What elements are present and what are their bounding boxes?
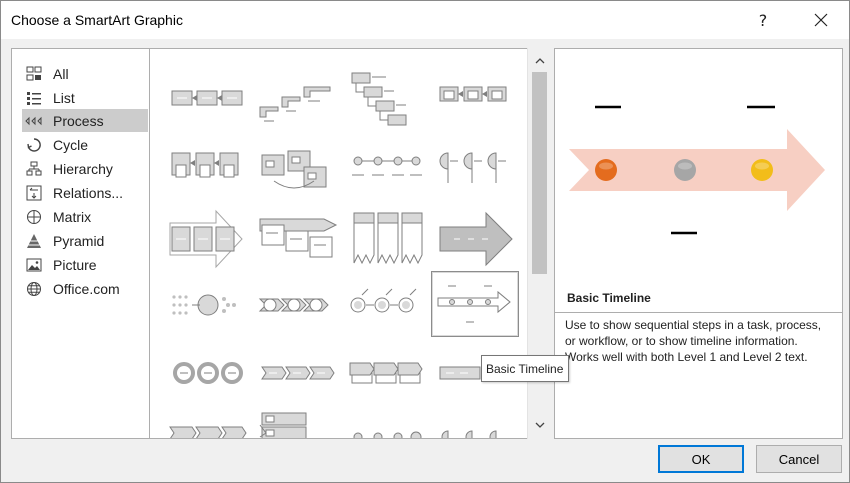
chevron-down-icon bbox=[535, 422, 544, 428]
layout-accent-process[interactable] bbox=[434, 67, 522, 133]
timeline-dot-3 bbox=[751, 159, 773, 181]
layout-circle-arrow-process[interactable] bbox=[254, 277, 342, 343]
ok-button[interactable]: OK bbox=[658, 445, 744, 473]
timeline-preview bbox=[569, 105, 825, 235]
matrix-icon bbox=[25, 209, 43, 225]
category-all[interactable]: All bbox=[22, 62, 148, 85]
pyramid-icon bbox=[25, 233, 43, 249]
layout-step-down-process[interactable] bbox=[254, 411, 342, 438]
category-office-com[interactable]: Office.com bbox=[22, 277, 148, 300]
category-process[interactable]: Process bbox=[22, 109, 148, 132]
category-label: Hierarchy bbox=[53, 160, 113, 177]
preview-title: Basic Timeline bbox=[567, 291, 651, 305]
category-label: Cycle bbox=[53, 136, 89, 153]
category-picture[interactable]: Picture bbox=[22, 253, 148, 276]
category-matrix[interactable]: Matrix bbox=[22, 205, 148, 228]
process-icon bbox=[25, 113, 43, 129]
layout-alternating-flow[interactable] bbox=[344, 67, 432, 133]
layout-chevron-accent[interactable] bbox=[344, 347, 432, 413]
cancel-button[interactable]: Cancel bbox=[756, 445, 842, 473]
preview-description: Use to show sequential steps in a task, … bbox=[555, 312, 842, 438]
category-label: Process bbox=[53, 112, 104, 129]
close-icon bbox=[814, 13, 828, 27]
layout-picture-accent-process[interactable] bbox=[164, 137, 252, 203]
dialog-title: Choose a SmartArt Graphic bbox=[11, 12, 183, 28]
layout-step-up-process[interactable] bbox=[254, 67, 342, 133]
layout-pie-row[interactable] bbox=[434, 417, 522, 438]
scroll-down-button[interactable] bbox=[528, 416, 551, 434]
layout-block-arrow[interactable] bbox=[434, 207, 522, 273]
close-button[interactable] bbox=[799, 5, 843, 35]
category-label: Relations... bbox=[53, 184, 124, 201]
globe-icon bbox=[25, 281, 43, 297]
preview-panel: Basic Timeline Use to show sequential st… bbox=[554, 48, 843, 439]
chevron-up-icon bbox=[535, 58, 544, 64]
title-bar: Choose a SmartArt Graphic ? bbox=[1, 1, 849, 39]
category-label: Matrix bbox=[53, 208, 92, 225]
category-label: All bbox=[53, 65, 69, 82]
layout-chevron-process[interactable] bbox=[254, 347, 342, 413]
layout-timeline-pie[interactable] bbox=[434, 137, 522, 203]
layout-converging-circles[interactable] bbox=[164, 277, 252, 343]
category-pyramid[interactable]: Pyramid bbox=[22, 229, 148, 252]
picture-icon bbox=[25, 257, 43, 273]
layout-sub-step-process[interactable] bbox=[344, 137, 432, 203]
layout-process-arrows[interactable] bbox=[164, 207, 252, 273]
timeline-dot-1 bbox=[595, 159, 617, 181]
layout-circle-accent-process[interactable] bbox=[254, 137, 342, 203]
category-label: List bbox=[53, 89, 75, 106]
relationship-icon bbox=[25, 185, 43, 201]
category-label: Pyramid bbox=[53, 232, 105, 249]
layout-basic-timeline[interactable] bbox=[431, 271, 519, 337]
category-list: All List Process Cycle Hierarchy Relatio… bbox=[11, 48, 149, 439]
layout-circle-process[interactable] bbox=[164, 347, 252, 413]
layout-arrow-process[interactable] bbox=[164, 413, 252, 438]
category-label: Office.com bbox=[53, 280, 120, 297]
help-button[interactable]: ? bbox=[741, 5, 785, 35]
layout-circles-row[interactable] bbox=[344, 417, 432, 438]
cycle-icon bbox=[25, 137, 43, 153]
scroll-up-button[interactable] bbox=[528, 52, 551, 70]
all-icon bbox=[25, 66, 43, 82]
timeline-dot-2 bbox=[674, 159, 696, 181]
layout-chevron-list[interactable] bbox=[344, 207, 432, 273]
layout-tooltip: Basic Timeline bbox=[481, 355, 569, 382]
category-relationship[interactable]: Relations... bbox=[22, 181, 148, 204]
category-list-item[interactable]: List bbox=[22, 86, 148, 109]
layout-basic-process[interactable] bbox=[164, 67, 252, 133]
layout-continuous-block[interactable] bbox=[254, 207, 342, 273]
scroll-thumb[interactable] bbox=[532, 72, 547, 274]
category-cycle[interactable]: Cycle bbox=[22, 133, 148, 156]
list-icon bbox=[25, 90, 43, 106]
category-hierarchy[interactable]: Hierarchy bbox=[22, 157, 148, 180]
layout-circles-process[interactable] bbox=[344, 277, 432, 343]
category-label: Picture bbox=[53, 256, 97, 273]
hierarchy-icon bbox=[25, 161, 43, 177]
smartart-dialog: Choose a SmartArt Graphic ? All List Pro… bbox=[0, 0, 850, 483]
